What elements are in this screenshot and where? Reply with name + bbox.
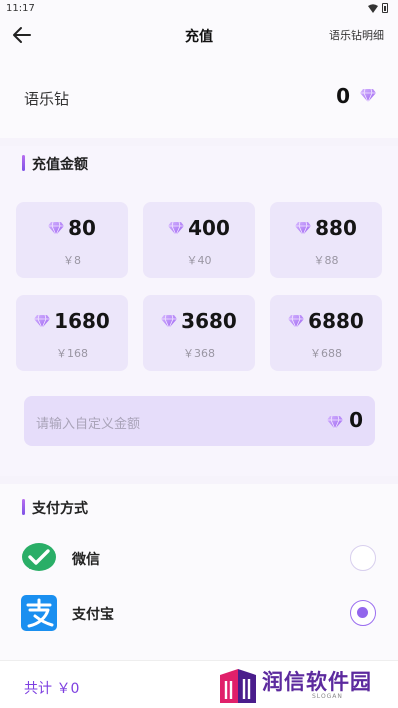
diamond-icon — [360, 88, 376, 102]
custom-amount-placeholder: 请输入自定义金额 — [36, 417, 141, 432]
section-title-bar — [22, 155, 25, 171]
balance-row: 语乐钻 0 — [0, 52, 398, 138]
wechat-icon — [22, 543, 56, 571]
amount-option-1680[interactable]: 1680 ￥168 — [16, 295, 128, 371]
custom-amount-value: 0 — [349, 408, 363, 432]
alipay-icon — [21, 595, 57, 631]
amount-option-3680[interactable]: 3680 ￥368 — [143, 295, 255, 371]
diamond-icon — [34, 314, 50, 328]
watermark-logo-icon — [220, 669, 256, 703]
amount-option-80[interactable]: 80 ￥8 — [16, 202, 128, 278]
amount-option-diamonds: 80 — [16, 216, 128, 240]
status-icons — [368, 3, 388, 13]
battery-icon — [382, 3, 388, 13]
amount-option-880[interactable]: 880 ￥88 — [270, 202, 382, 278]
amount-option-value: 400 — [188, 216, 230, 240]
amount-option-value: 3680 — [181, 309, 237, 333]
footer-bar: 共计 ￥0 润信软件园 SLOGAN — [0, 660, 398, 708]
watermark: 润信软件园 SLOGAN — [216, 663, 398, 708]
balance-label: 语乐钻 — [24, 90, 70, 108]
amount-option-400[interactable]: 400 ￥40 — [143, 202, 255, 278]
payment-section-title: 支付方式 — [22, 498, 88, 518]
diamond-icon — [327, 415, 343, 429]
wechat-radio[interactable] — [350, 545, 376, 571]
amount-option-6880[interactable]: 6880 ￥688 — [270, 295, 382, 371]
amount-option-price: ￥8 — [63, 254, 81, 267]
amount-option-price: ￥368 — [183, 347, 215, 360]
diamond-icon — [48, 221, 64, 235]
status-bar: 11:17 — [0, 0, 398, 18]
watermark-slogan: SLOGAN — [312, 693, 343, 700]
amount-option-price: ￥688 — [310, 347, 342, 360]
nav-bar: 充值 语乐钻明细 — [0, 18, 398, 52]
amount-option-value: 6880 — [308, 309, 364, 333]
diamond-icon — [161, 314, 177, 328]
amount-option-price: ￥168 — [56, 347, 88, 360]
watermark-text: 润信软件园 — [262, 670, 372, 694]
payment-option-label: 支付宝 — [72, 607, 114, 623]
payment-option-alipay[interactable]: 支付宝 — [0, 591, 398, 635]
payment-section: 支付方式 微信 支付宝 — [0, 484, 398, 660]
amount-option-diamonds: 6880 — [270, 309, 382, 333]
amount-option-value: 880 — [315, 216, 357, 240]
payment-title-text: 支付方式 — [32, 501, 88, 517]
diamond-icon — [295, 221, 311, 235]
amount-option-diamonds: 3680 — [143, 309, 255, 333]
payment-option-wechat[interactable]: 微信 — [0, 536, 398, 580]
amount-option-diamonds: 400 — [143, 216, 255, 240]
wifi-icon — [368, 3, 378, 13]
diamond-details-link[interactable]: 语乐钻明细 — [329, 27, 384, 43]
status-time: 11:17 — [6, 3, 35, 14]
total-amount: 共计 ￥0 — [24, 681, 80, 697]
diamond-icon — [288, 314, 304, 328]
recharge-title-text: 充值金额 — [32, 157, 88, 173]
recharge-section-title: 充值金额 — [22, 154, 88, 174]
amount-option-price: ￥88 — [313, 254, 339, 267]
balance-value: 0 — [336, 84, 350, 108]
diamond-icon — [168, 221, 184, 235]
custom-amount-input[interactable]: 请输入自定义金额 0 — [24, 396, 375, 446]
amount-option-price: ￥40 — [186, 254, 212, 267]
alipay-radio[interactable] — [350, 600, 376, 626]
section-title-bar — [22, 499, 25, 515]
amount-option-diamonds: 1680 — [16, 309, 128, 333]
amount-option-value: 80 — [68, 216, 96, 240]
payment-option-label: 微信 — [72, 552, 100, 568]
amount-option-diamonds: 880 — [270, 216, 382, 240]
recharge-section: 充值金额 80 ￥8 400 ￥40 880 ￥88 1680 ￥168 368… — [0, 146, 398, 476]
amount-option-value: 1680 — [54, 309, 110, 333]
